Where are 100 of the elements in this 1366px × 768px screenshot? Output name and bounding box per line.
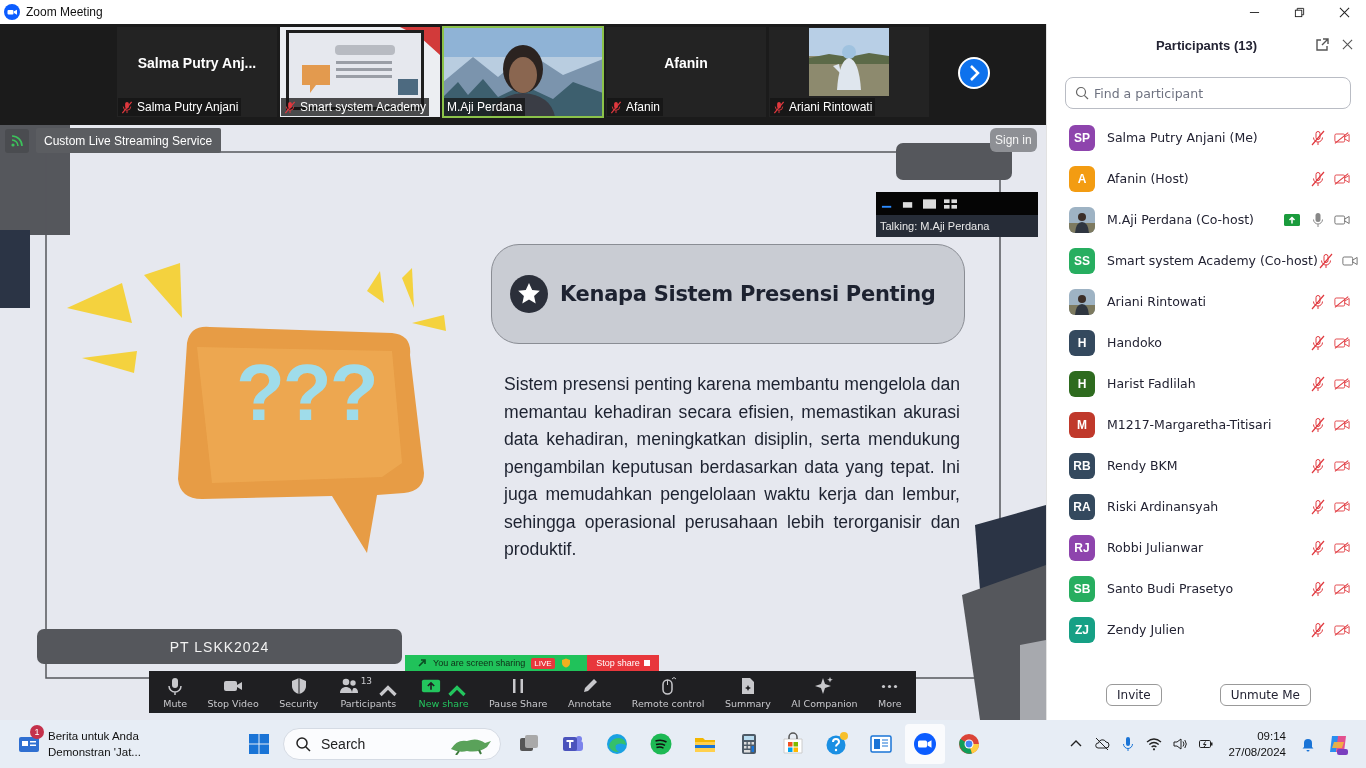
participant-row[interactable]: Ariani Rintowati (1047, 281, 1366, 322)
participant-row[interactable]: H Handoko (1047, 322, 1366, 363)
share-arrow-icon (417, 658, 427, 668)
search-icon (1075, 86, 1089, 100)
name-label: Salma Putry Anjani (118, 98, 242, 116)
window-title: Zoom Meeting (26, 5, 103, 19)
slide-title: Kenapa Sistem Presensi Penting (560, 282, 936, 306)
news-widget[interactable]: 1 Berita untuk Anda Demonstran 'Jat... (18, 728, 218, 760)
participant-name: Afanin (664, 55, 708, 71)
zoom-taskbar-icon[interactable] (905, 724, 945, 764)
next-page-icon[interactable] (958, 57, 990, 89)
toolbar-button[interactable]: Security (276, 673, 322, 711)
video-tile[interactable]: Salma Putry Anj... Salma Putry Anjani (117, 27, 277, 117)
news-headline: Demonstran 'Jat... (48, 745, 141, 760)
slide-paragraph: Sistem presensi penting karena membantu mengelola dan memantau kehadiran secara efisien, memastikan akurasi data kehadiran, meningkatkan disiplin, serta mendukung pengambilan keputusan berdasarkan data yang tepat. Ini juga memudahkan pengelolaan waktu kerja dan lembur, sehingga operasional perusahaan lebih terorganisir dan produktif. (504, 373, 960, 561)
toolbar-button[interactable]: Mute (160, 673, 190, 711)
participant-row[interactable]: A Afanin (Host) (1047, 158, 1366, 199)
participant-name: Santo Budi Prasetyo (1107, 581, 1234, 596)
speaker-icon[interactable] (1172, 736, 1189, 752)
close-icon[interactable] (1339, 6, 1350, 18)
reader-app-icon[interactable] (869, 732, 893, 756)
participant-row[interactable]: SP Salma Putry Anjani (Me) (1047, 117, 1366, 158)
participant-name: Riski Ardinansyah (1107, 499, 1219, 514)
participant-name: Salma Putry Anjani (Me) (1107, 130, 1258, 145)
name-label: Afanin (607, 98, 664, 116)
participant-row[interactable]: RA Riski Ardinansyah (1047, 486, 1366, 527)
participant-row[interactable]: SS Smart system Academy (Co-host) (1047, 240, 1366, 281)
participant-name: Handoko (1107, 335, 1162, 350)
news-title: Berita untuk Anda (48, 729, 140, 744)
participant-name: Ariani Rintowati (1107, 294, 1207, 309)
news-icon (18, 735, 40, 753)
avatar: A (1069, 165, 1095, 192)
video-tile[interactable]: Afanin Afanin (606, 27, 766, 117)
avatar: H (1069, 329, 1095, 356)
time-label: 09:14 (1257, 729, 1286, 744)
sharing-status: You are screen sharing (433, 658, 526, 668)
zoom-logo-icon (4, 4, 20, 20)
shield-icon (560, 658, 571, 668)
taskbar-search-field[interactable]: Search (283, 728, 501, 760)
cloud-off-icon[interactable] (1094, 736, 1111, 752)
avatar: SP (1069, 124, 1095, 151)
participant-row[interactable]: RJ Robbi Julianwar (1047, 527, 1366, 568)
gallery-view-icon[interactable] (944, 198, 957, 209)
toolbar-button[interactable]: Pause Share (486, 673, 551, 711)
participant-name: Smart system Academy (Co-host) (1107, 253, 1318, 268)
avatar: RA (1069, 493, 1095, 520)
large-view-icon[interactable] (923, 198, 936, 209)
notification-badge: 1 (30, 725, 44, 739)
toolbar-button[interactable]: New share (415, 673, 472, 711)
participant-row[interactable]: M.Aji Perdana (Co-host) (1047, 199, 1366, 240)
stop-share-button[interactable]: Stop share (587, 655, 659, 671)
participant-name: Afanin (Host) (1107, 171, 1189, 186)
panel-button[interactable]: Unmute Me (1219, 684, 1311, 706)
toolbar-button[interactable]: Summary (721, 673, 774, 711)
participant-name: Harist Fadlilah (1107, 376, 1196, 391)
participant-row[interactable]: ZJ Zendy Julien (1047, 609, 1366, 650)
question-marks: ??? (236, 353, 377, 433)
video-tile[interactable]: M.Aji Perdana (443, 27, 603, 117)
search-icon (295, 736, 311, 752)
find-participant-input[interactable]: Find a participant (1065, 77, 1351, 109)
toolbar-button[interactable]: More (875, 673, 905, 711)
participant-row[interactable]: M M1217-Margaretha-Titisari (1047, 404, 1366, 445)
participant-row[interactable]: H Harist Fadlilah (1047, 363, 1366, 404)
video-tile[interactable]: Ariani Rintowati (769, 27, 929, 117)
start-icon[interactable] (247, 732, 271, 756)
video-tile[interactable]: Smart system Academy (280, 27, 440, 117)
help-icon[interactable] (825, 732, 849, 756)
participant-row[interactable]: RB Rendy BKM (1047, 445, 1366, 486)
avatar: H (1069, 370, 1095, 397)
toolbar-button[interactable]: Stop Video (204, 673, 262, 711)
participant-row[interactable]: SB Santo Budi Prasetyo (1047, 568, 1366, 609)
close-icon[interactable] (1342, 39, 1353, 50)
rss-icon[interactable] (5, 128, 29, 153)
restore-icon[interactable] (1294, 6, 1305, 18)
avatar: M (1069, 411, 1095, 438)
name-label: Smart system Academy (281, 98, 430, 116)
clock[interactable]: 09:14 27/08/2024 (1228, 728, 1286, 760)
music-app-icon[interactable] (649, 732, 673, 756)
toolbar-button[interactable]: Annotate (564, 673, 615, 711)
avatar: SB (1069, 575, 1095, 602)
store-icon[interactable] (781, 732, 805, 756)
sparkle-icon (814, 675, 835, 696)
participant-name: M1217-Margaretha-Titisari (1107, 417, 1272, 432)
bell-icon[interactable] (1300, 736, 1316, 752)
participant-name: Rendy BKM (1107, 458, 1178, 473)
panel-button[interactable]: Invite (1106, 684, 1162, 706)
participant-name: Salma Putry Anj... (137, 55, 257, 71)
footer-label: PT LSKK2024 (37, 629, 402, 664)
toolbar-button[interactable]: 13 Participants (335, 673, 402, 711)
toolbar-button[interactable]: AI Companion (788, 673, 861, 711)
avatar: RJ (1069, 534, 1095, 561)
wifi-icon[interactable] (1146, 736, 1163, 752)
participant-name: Robbi Julianwar (1107, 540, 1204, 555)
pop-out-icon[interactable] (1315, 38, 1329, 52)
panel-title: Participants (13) (1155, 37, 1258, 53)
live-badge: LIVE (531, 657, 555, 669)
chrome-icon[interactable] (957, 732, 981, 756)
participant-name: Zendy Julien (1107, 622, 1185, 637)
talking-indicator: Talking: M.Aji Perdana (876, 215, 1038, 237)
toolbar-button[interactable]: Remote control (628, 673, 708, 711)
